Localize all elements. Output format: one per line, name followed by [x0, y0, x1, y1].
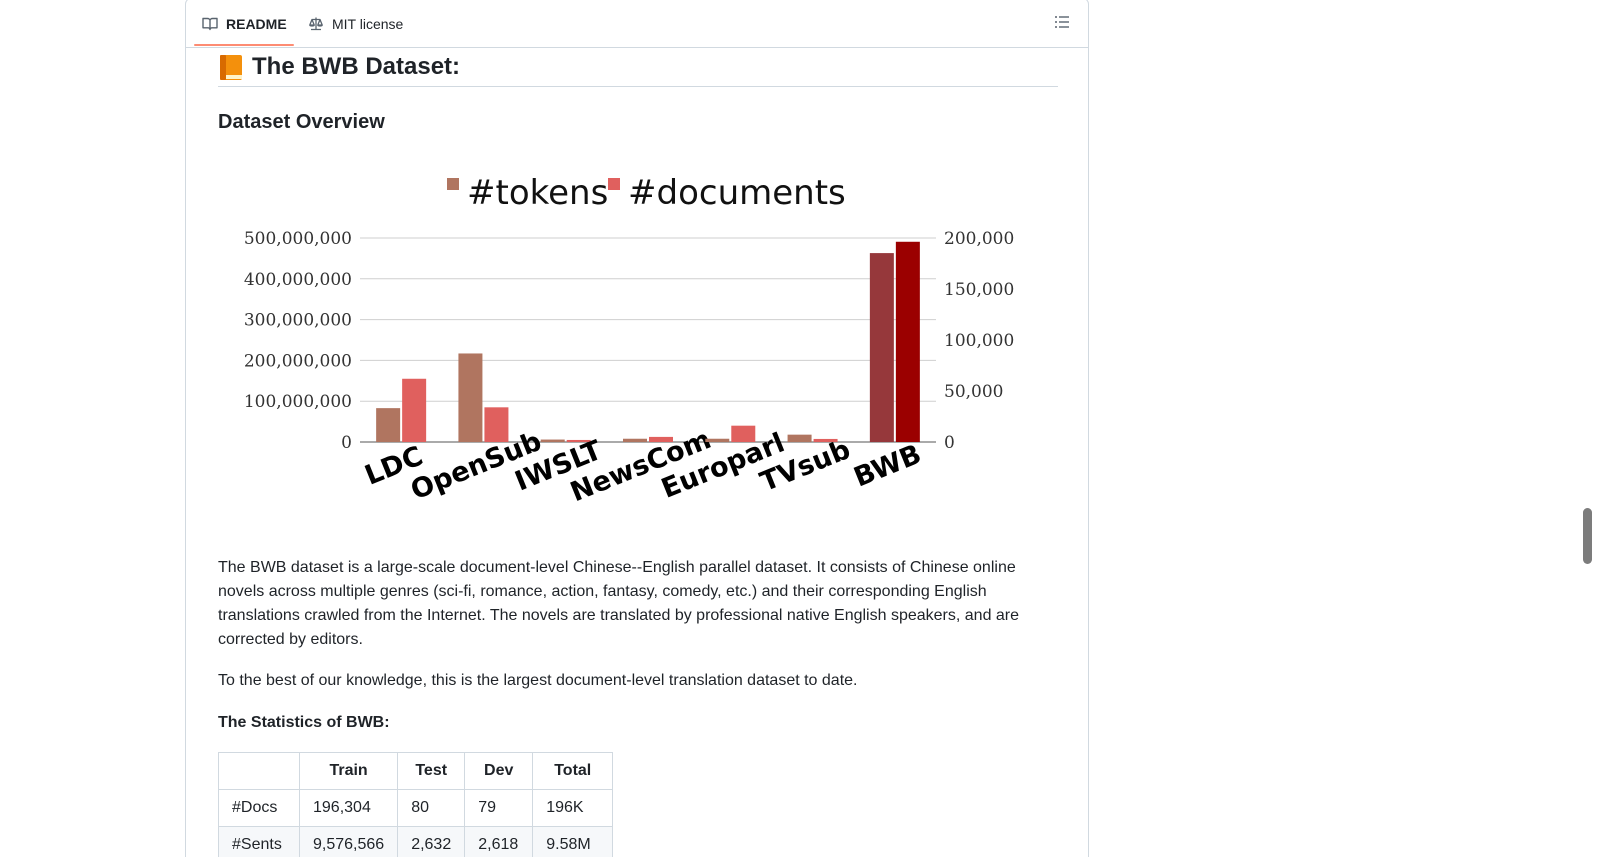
statistics-table: Train Test Dev Total #Docs 196,304 80 79… [218, 752, 614, 857]
chart-bar [402, 378, 427, 442]
chart-legend-label: #documents [628, 173, 846, 213]
readme-container: README MIT license The BWB Dataset: Data… [185, 0, 1089, 857]
chart-bar [869, 253, 894, 442]
intro-paragraph: The BWB dataset is a large-scale documen… [218, 559, 1020, 648]
chart-right-tick-label: 100,000 [944, 331, 1014, 351]
law-icon [308, 16, 324, 32]
table-cell: #Docs [218, 789, 300, 827]
chart-right-tick-label: 0 [944, 433, 955, 453]
orange-book-icon [218, 53, 244, 81]
chart-svg: 0 100,000,000 200,000,000 300,000,000 400,00… [244, 173, 1014, 508]
list-unordered-icon [1054, 14, 1070, 35]
tab-readme[interactable]: README [194, 1, 295, 46]
chart-bar [787, 434, 812, 442]
table-row: #Docs 196,304 80 79 196K [218, 789, 614, 827]
chart-left-tick-label: 200,000,000 [244, 351, 352, 371]
chart-right-tick-label: 200,000 [944, 229, 1014, 249]
chart-legend-swatch [447, 178, 459, 190]
chart-right-tick-label: 150,000 [944, 280, 1014, 300]
page-scrollbar-thumb[interactable] [1583, 508, 1592, 564]
table-header-cell: Dev [464, 752, 534, 790]
table-cell: #Sents [218, 826, 300, 857]
table-cell: 196K [532, 789, 614, 827]
table-cell: 196,304 [298, 789, 399, 827]
readme-tabbar: README MIT license [186, 0, 1088, 48]
chart-left-tick-label: 500,000,000 [244, 229, 352, 249]
chart-legend-label: #tokens [467, 173, 608, 213]
chart-bar [540, 439, 565, 442]
chart-bar [458, 353, 483, 442]
chart-left-tick-label: 300,000,000 [244, 311, 352, 331]
active-tab-indicator [194, 44, 294, 46]
table-cell: 2,618 [464, 826, 534, 857]
chart-bar [895, 241, 920, 442]
table-row: #Sents 9,576,566 2,632 2,618 9.58M [218, 826, 614, 857]
chart-category-label: BWB [850, 439, 926, 494]
table-header-row: Train Test Dev Total [218, 752, 614, 790]
outline-button[interactable] [1048, 10, 1076, 38]
dataset-overview-heading: Dataset Overview [218, 111, 385, 133]
chart-left-tick-label: 0 [341, 433, 352, 453]
chart-left-tick-label: 400,000,000 [244, 270, 352, 290]
table-cell: 2,632 [397, 826, 466, 857]
chart-legend-swatch [608, 178, 620, 190]
chart-right-tick-label: 50,000 [944, 382, 1003, 402]
chart-left-tick-label: 100,000,000 [244, 392, 352, 412]
chart-bar [705, 438, 730, 442]
heading-text: The BWB Dataset: [252, 52, 461, 80]
table-header-cell: Total [532, 752, 614, 790]
table-header-cell: Train [298, 752, 399, 790]
table-cell: 9.58M [532, 826, 614, 857]
dataset-heading: The BWB Dataset: [218, 47, 1058, 87]
chart-bar [623, 438, 647, 442]
chart-bar [376, 408, 401, 442]
tab-license-label: MIT license [332, 15, 404, 32]
table-cell: 79 [464, 789, 534, 827]
table-header-cell [218, 752, 300, 790]
dataset-overview-chart: 0 100,000,000 200,000,000 300,000,000 400,00… [218, 159, 1058, 549]
table-header-cell: Test [397, 752, 466, 790]
tab-readme-label: README [226, 15, 287, 32]
statistics-title: The Statistics of BWB: [218, 714, 390, 731]
table-cell: 80 [397, 789, 466, 827]
table-cell: 9,576,566 [298, 826, 399, 857]
tab-license[interactable]: MIT license [300, 1, 411, 46]
book-icon [202, 16, 218, 32]
largest-dataset-paragraph: To the best of our knowledge, this is th… [218, 672, 858, 689]
